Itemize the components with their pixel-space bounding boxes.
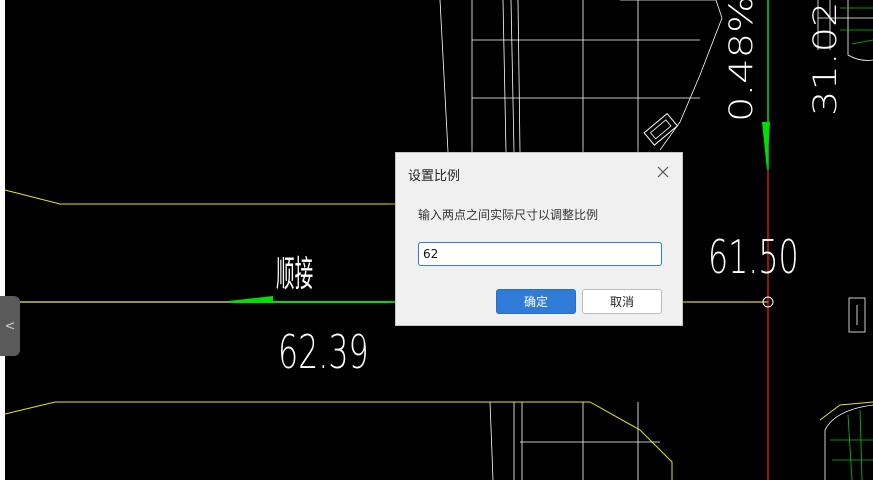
close-button[interactable]	[654, 163, 672, 181]
set-scale-dialog: 设置比例 输入两点之间实际尺寸以调整比例 确定 取消	[395, 152, 683, 326]
left-panel-toggle[interactable]: <	[0, 296, 20, 356]
close-icon	[657, 166, 669, 178]
dialog-prompt: 输入两点之间实际尺寸以调整比例	[418, 208, 599, 222]
ok-button[interactable]: 确定	[496, 289, 576, 314]
dialog-title: 设置比例	[408, 169, 461, 184]
cad-viewer: 顺接 62.39 61.50 0.48% 31.02 < 设置比例 输入两点之间…	[0, 0, 873, 480]
actual-size-input[interactable]	[418, 242, 662, 266]
chevron-left-icon: <	[4, 318, 16, 334]
cancel-button[interactable]: 取消	[582, 289, 662, 314]
